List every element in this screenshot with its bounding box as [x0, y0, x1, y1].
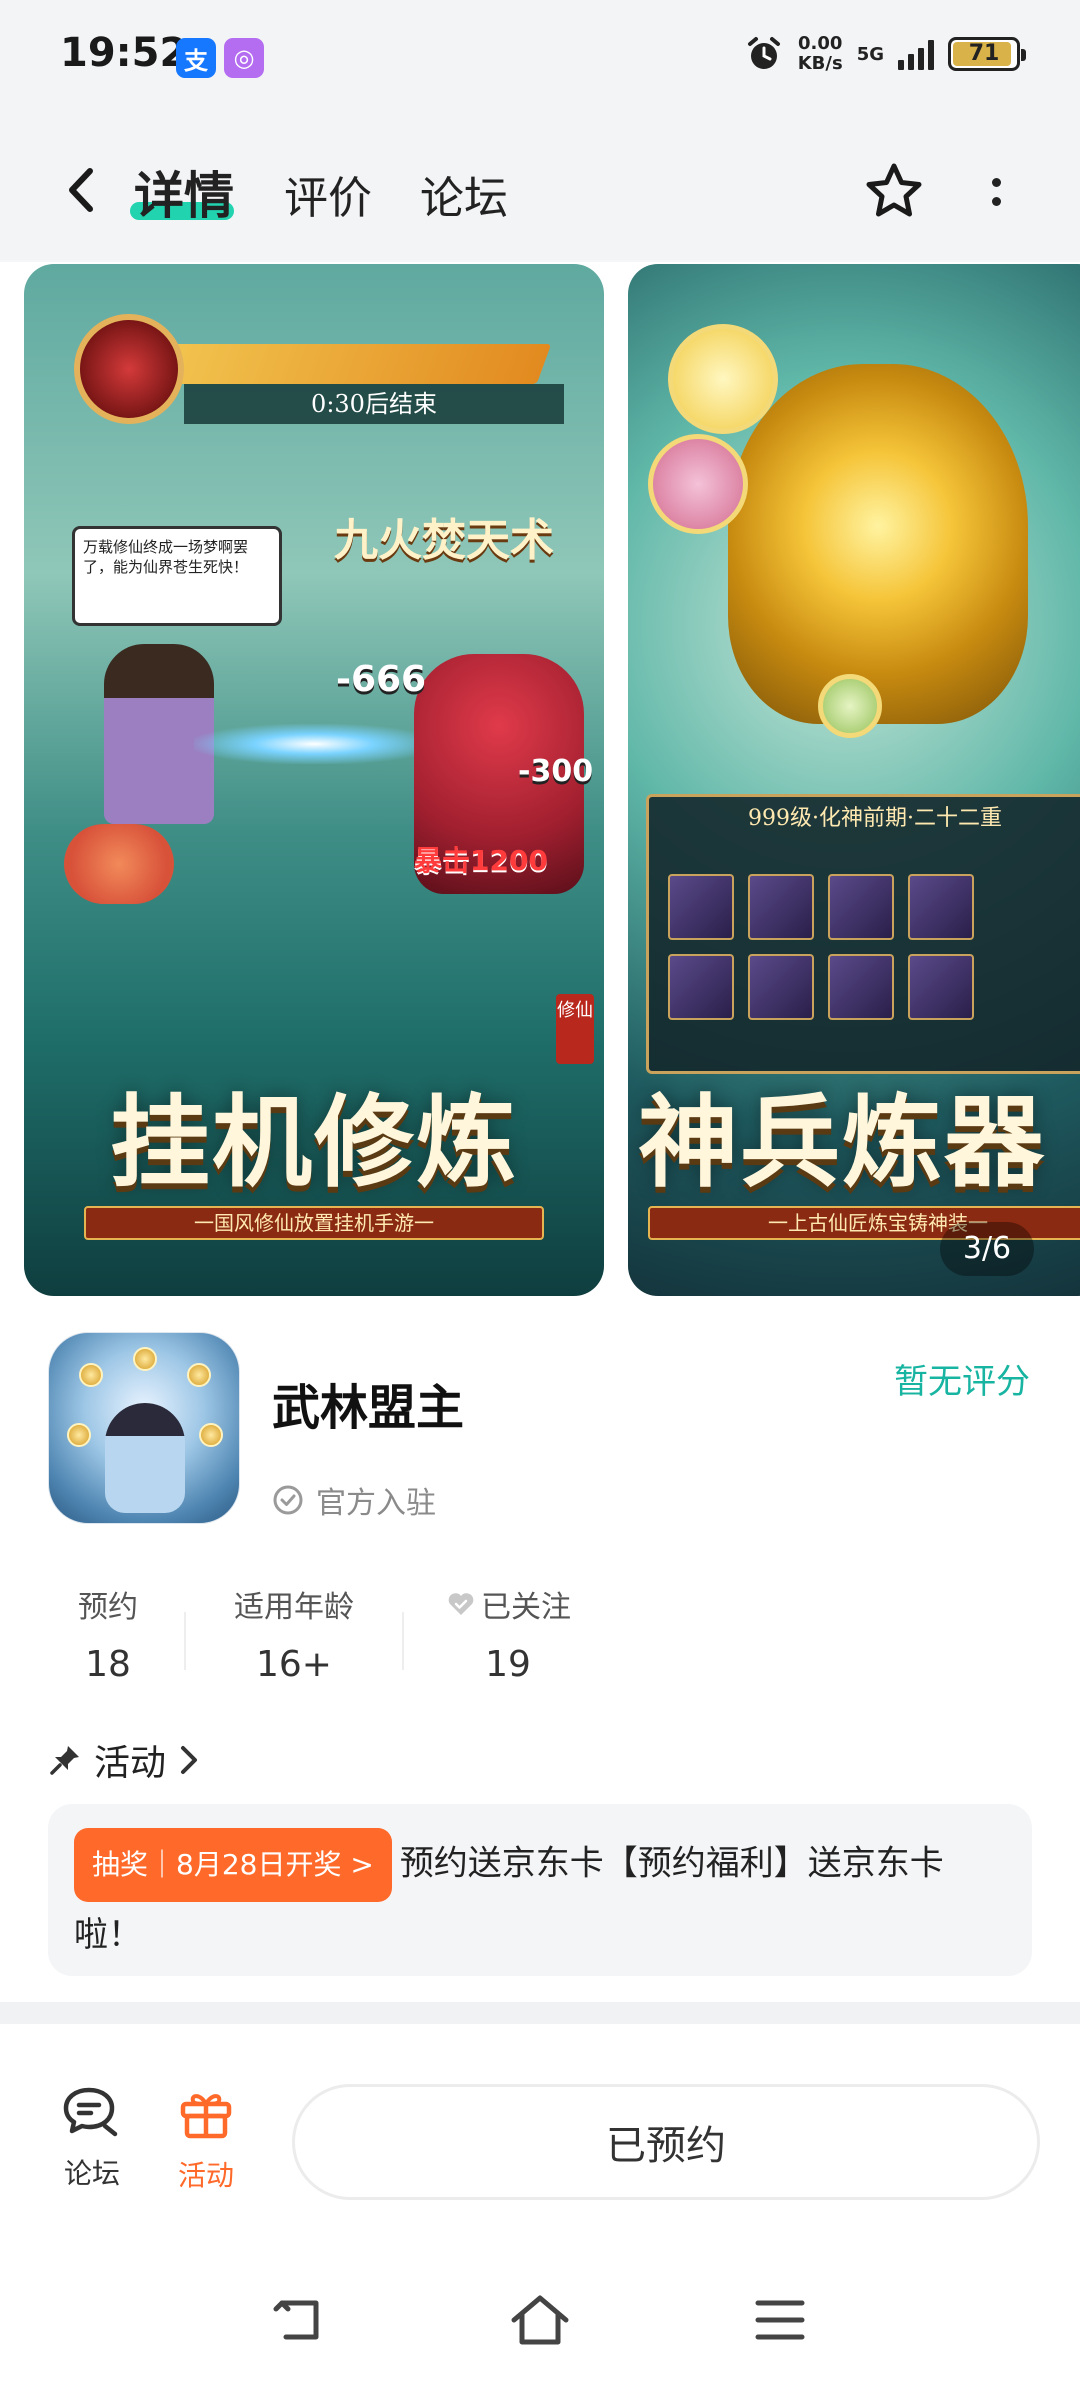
item-orb	[818, 674, 882, 738]
equipment-slot	[908, 954, 974, 1020]
tab-reviews[interactable]: 评价	[284, 162, 372, 226]
chevron-left-icon	[69, 168, 93, 212]
status-bar: 19:52 支 ◎ 0.00 KB/s 5G 71	[0, 0, 1080, 120]
back-icon	[273, 2300, 319, 2340]
screenshot-caption: 神兵炼器	[638, 1083, 1046, 1201]
divider	[184, 1612, 186, 1670]
stat-value: 18	[85, 1644, 131, 1685]
activity-card[interactable]: 抽奖｜8月28日开奖 > 预约送京东卡【预约福利】送京东卡啦！	[48, 1804, 1032, 1976]
boss-avatar	[74, 314, 184, 424]
net-speed: 0.00 KB/s	[797, 33, 843, 74]
damage-number: -666	[336, 659, 427, 700]
stat-value: 16+	[256, 1644, 332, 1685]
status-time: 19:52	[60, 30, 188, 76]
stat-followers[interactable]: 已关注 19	[440, 1582, 576, 1685]
purple-app-icon: ◎	[224, 38, 264, 78]
reserve-button[interactable]: 已预约	[292, 2084, 1040, 2200]
damage-number: -300	[518, 754, 594, 789]
equipment-slot	[668, 954, 734, 1020]
stat-label: 预约	[78, 1590, 138, 1625]
equipment-slot	[828, 954, 894, 1020]
bottom-action-bar: 论坛 活动 已预约	[0, 2024, 1080, 2244]
boss-timer: 0:30后结束	[184, 384, 564, 424]
stat-age-rating: 适用年龄 16+	[226, 1582, 362, 1685]
equipment-slot	[668, 874, 734, 940]
chevron-right-icon	[181, 1746, 198, 1774]
menu-icon	[755, 2300, 805, 2340]
equipment-panel-title: 999级·化神前期·二十二重	[748, 806, 1002, 831]
stat-label: 已关注	[440, 1582, 576, 1626]
app-name: 武林盟主	[272, 1380, 465, 1436]
star-icon	[866, 163, 922, 217]
back-button[interactable]	[52, 160, 112, 220]
rating-label[interactable]: 暂无评分	[894, 1354, 1030, 1403]
item-orb	[648, 434, 748, 534]
activity-heading: 活动	[94, 1743, 167, 1784]
screenshot-2[interactable]: 999级·化神前期·二十二重 神兵炼器 一上古仙匠炼宝铸神装一 3/6	[628, 264, 1080, 1296]
screenshot-gallery[interactable]: 0:30后结束 万载修仙终成一场梦啊罢了，能为仙界苍生死快！ 九火焚天术 -66…	[0, 262, 1080, 1302]
equipment-slot	[748, 954, 814, 1020]
stat-reservations: 预约 18	[62, 1582, 154, 1685]
forum-button[interactable]: 论坛	[32, 2084, 152, 2192]
activity-label: 活动	[177, 2159, 234, 2192]
app-icon	[48, 1332, 240, 1524]
more-options-button[interactable]	[960, 156, 1032, 228]
dialog-bubble: 万载修仙终成一场梦啊罢了，能为仙界苍生死快！	[72, 526, 282, 626]
home-icon	[511, 2295, 569, 2345]
skill-name: 九火焚天术	[334, 515, 554, 566]
activity-header[interactable]: 活动	[48, 1734, 200, 1786]
check-circle-icon	[273, 1485, 303, 1515]
system-nav-bar	[0, 2244, 1080, 2400]
battery-icon: 71	[948, 37, 1026, 71]
dot-icon	[991, 197, 1001, 206]
stat-value: 19	[485, 1644, 531, 1685]
lottery-chip[interactable]: 抽奖｜8月28日开奖 >	[74, 1828, 392, 1902]
equipment-slot	[748, 874, 814, 940]
top-nav: 详情 评价 论坛	[0, 120, 1080, 260]
equipment-slot	[828, 874, 894, 940]
section-divider	[0, 2002, 1080, 2024]
signal-icon	[898, 38, 934, 70]
alipay-icon: 支	[176, 38, 216, 78]
divider	[402, 1612, 404, 1670]
system-recents-button[interactable]	[740, 2280, 820, 2360]
heart-icon	[448, 1593, 474, 1615]
item-orb	[668, 324, 778, 434]
system-back-button[interactable]	[260, 2280, 340, 2360]
cauldron-image	[728, 364, 1028, 724]
critical-damage: 暴击1200	[414, 844, 548, 877]
alarm-icon	[747, 37, 780, 69]
system-home-button[interactable]	[500, 2280, 580, 2360]
forum-label: 论坛	[63, 2157, 120, 2190]
screenshot-subtitle: 一国风修仙放置挂机手游一	[84, 1206, 544, 1240]
status-indicators: 0.00 KB/s 5G 71	[744, 33, 1026, 74]
screenshot-1[interactable]: 0:30后结束 万载修仙终成一场梦啊罢了，能为仙界苍生死快！ 九火焚天术 -66…	[24, 264, 604, 1296]
lion-pet	[64, 824, 174, 904]
verified-badge: 官方入驻	[272, 1478, 436, 1522]
screenshot-caption: 挂机修炼	[110, 1083, 518, 1201]
lightning-effect	[194, 724, 434, 764]
genre-tag: 修仙	[556, 994, 594, 1064]
tab-forum[interactable]: 论坛	[420, 162, 508, 226]
dot-icon	[991, 178, 1001, 187]
app-info-section: 武林盟主 官方入驻 暂无评分 预约 18 适用年龄 16+ 已关注 19 活动 …	[0, 1302, 1080, 2002]
tab-details[interactable]: 详情	[134, 156, 234, 228]
verified-label: 官方入驻	[316, 1486, 436, 1521]
equipment-slot	[908, 874, 974, 940]
activity-button[interactable]: 活动	[146, 2084, 266, 2194]
gift-icon	[180, 2094, 232, 2139]
boss-hp-bar: 0:30后结束	[74, 314, 564, 434]
chat-icon	[63, 2087, 118, 2137]
battery-level: 71	[968, 41, 1000, 66]
network-type: 5G	[856, 43, 884, 65]
stat-label: 适用年龄	[234, 1590, 354, 1625]
favorite-button[interactable]	[858, 156, 930, 228]
stats-row: 预约 18 适用年龄 16+ 已关注 19	[0, 1582, 1080, 1722]
page-indicator: 3/6	[940, 1222, 1034, 1276]
pin-icon	[50, 1746, 79, 1775]
activity-content: 抽奖｜8月28日开奖 > 预约送京东卡【预约福利】送京东卡啦！	[74, 1828, 1006, 1968]
